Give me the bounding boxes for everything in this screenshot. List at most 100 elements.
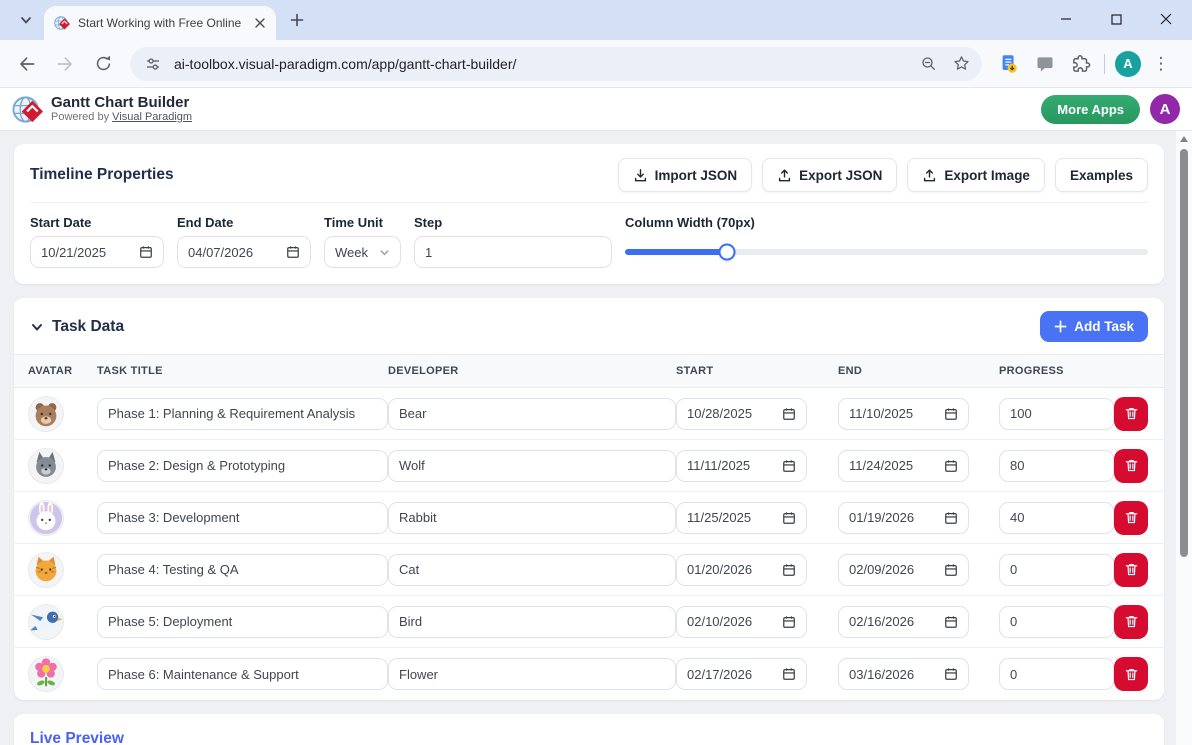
developer-input[interactable] <box>388 501 676 534</box>
calendar-icon[interactable] <box>944 563 958 577</box>
user-avatar[interactable]: A <box>1150 94 1180 124</box>
site-controls-icon[interactable] <box>142 53 164 75</box>
browser-menu-icon[interactable]: ⋮ <box>1151 54 1171 74</box>
browser-tab[interactable]: Start Working with Free Online <box>44 6 276 40</box>
app-title: Gantt Chart Builder <box>51 94 190 111</box>
delete-task-button[interactable] <box>1114 500 1148 535</box>
task-title-input[interactable] <box>97 658 388 690</box>
new-tab-button[interactable] <box>284 7 310 33</box>
url-text[interactable]: ai-toolbox.visual-paradigm.com/app/gantt… <box>174 56 908 72</box>
end-date-input[interactable]: 11/24/2025 <box>838 449 969 482</box>
col-avatar: AVATAR <box>28 365 73 377</box>
import-json-button[interactable]: Import JSON <box>617 158 753 192</box>
tab-close-icon[interactable] <box>252 15 268 31</box>
developer-input[interactable] <box>388 397 676 430</box>
end-date-value: 11/10/2025 <box>849 406 914 421</box>
doc-download-extension-icon[interactable] <box>996 51 1022 77</box>
close-window-button[interactable] <box>1156 9 1176 29</box>
column-width-slider[interactable] <box>625 243 1148 261</box>
step-input[interactable] <box>414 236 612 268</box>
minimize-button[interactable] <box>1056 9 1076 29</box>
zoom-page-icon[interactable] <box>918 53 940 75</box>
progress-input[interactable] <box>999 553 1114 586</box>
progress-input[interactable] <box>999 397 1114 430</box>
calendar-icon[interactable] <box>944 459 958 473</box>
start-date-input[interactable]: 02/10/2026 <box>676 605 807 638</box>
maximize-button[interactable] <box>1106 9 1126 29</box>
delete-task-button[interactable] <box>1114 604 1148 639</box>
calendar-icon[interactable] <box>782 511 796 525</box>
collapse-chevron-icon[interactable] <box>30 320 44 334</box>
task-title-input[interactable] <box>97 397 388 430</box>
calendar-icon[interactable] <box>944 511 958 525</box>
feedback-extension-icon[interactable] <box>1032 51 1058 77</box>
time-unit-select[interactable]: Week <box>324 236 401 268</box>
delete-task-button[interactable] <box>1114 552 1148 587</box>
browser-profile-avatar[interactable]: A <box>1115 50 1141 77</box>
end-date-input[interactable]: 11/10/2025 <box>838 397 969 430</box>
more-apps-button[interactable]: More Apps <box>1041 94 1140 124</box>
forward-button[interactable] <box>48 47 82 81</box>
calendar-icon[interactable] <box>782 459 796 473</box>
end-date-input[interactable]: 02/09/2026 <box>838 553 969 586</box>
scrollbar-up-arrow-icon[interactable] <box>1180 136 1188 142</box>
developer-input[interactable] <box>388 553 676 586</box>
start-date-input[interactable]: 10/21/2025 <box>30 236 164 268</box>
developer-input[interactable] <box>388 605 676 638</box>
end-date-input[interactable]: 04/07/2026 <box>177 236 311 268</box>
end-date-input[interactable]: 03/16/2026 <box>838 658 969 690</box>
cat-avatar-icon <box>28 551 64 588</box>
calendar-icon[interactable] <box>782 407 796 421</box>
developer-input[interactable] <box>388 658 676 690</box>
add-task-button[interactable]: Add Task <box>1040 311 1148 342</box>
extensions-puzzle-icon[interactable] <box>1068 51 1094 77</box>
table-row: 01/20/2026 02/09/2026 <box>14 544 1164 596</box>
page-scrollbar[interactable] <box>1176 131 1192 745</box>
end-date-input[interactable]: 02/16/2026 <box>838 605 969 638</box>
start-date-label: Start Date <box>30 215 92 230</box>
progress-input[interactable] <box>999 501 1114 534</box>
task-title-input[interactable] <box>97 449 388 482</box>
delete-task-button[interactable] <box>1114 396 1148 431</box>
calendar-icon[interactable] <box>286 245 300 259</box>
start-date-value: 01/20/2026 <box>687 562 753 577</box>
start-date-input[interactable]: 01/20/2026 <box>676 553 807 586</box>
task-title-input[interactable] <box>97 553 388 586</box>
address-bar[interactable]: ai-toolbox.visual-paradigm.com/app/gantt… <box>130 46 982 81</box>
calendar-icon[interactable] <box>944 407 958 421</box>
export-image-button[interactable]: Export Image <box>907 158 1045 192</box>
task-title-input[interactable] <box>97 605 388 638</box>
delete-task-button[interactable] <box>1114 657 1148 691</box>
slider-thumb[interactable] <box>718 243 736 261</box>
start-date-input[interactable]: 11/11/2025 <box>676 449 807 482</box>
end-date-field: End Date 04/07/2026 <box>177 215 311 268</box>
col-end: END <box>838 365 863 377</box>
calendar-icon[interactable] <box>139 245 153 259</box>
calendar-icon[interactable] <box>944 667 958 681</box>
calendar-icon[interactable] <box>782 667 796 681</box>
progress-input[interactable] <box>999 658 1114 690</box>
calendar-icon[interactable] <box>782 615 796 629</box>
developer-input[interactable] <box>388 449 676 482</box>
column-width-label: Column Width (70px) <box>625 215 755 230</box>
scrollbar-thumb[interactable] <box>1180 149 1188 557</box>
progress-input[interactable] <box>999 605 1114 638</box>
calendar-icon[interactable] <box>944 615 958 629</box>
examples-button[interactable]: Examples <box>1054 158 1148 192</box>
end-date-input[interactable]: 01/19/2026 <box>838 501 969 534</box>
tab-search-button[interactable] <box>12 6 40 34</box>
table-row: 02/17/2026 03/16/2026 <box>14 648 1164 700</box>
progress-input[interactable] <box>999 449 1114 482</box>
calendar-icon[interactable] <box>782 563 796 577</box>
back-button[interactable] <box>10 47 44 81</box>
delete-task-button[interactable] <box>1114 448 1148 483</box>
time-unit-label: Time Unit <box>324 215 383 230</box>
task-title-input[interactable] <box>97 501 388 534</box>
visual-paradigm-link[interactable]: Visual Paradigm <box>112 111 192 123</box>
start-date-input[interactable]: 02/17/2026 <box>676 658 807 690</box>
start-date-input[interactable]: 11/25/2025 <box>676 501 807 534</box>
start-date-input[interactable]: 10/28/2025 <box>676 397 807 430</box>
export-json-button[interactable]: Export JSON <box>762 158 898 192</box>
bookmark-star-icon[interactable] <box>950 53 972 75</box>
reload-button[interactable] <box>86 47 120 81</box>
